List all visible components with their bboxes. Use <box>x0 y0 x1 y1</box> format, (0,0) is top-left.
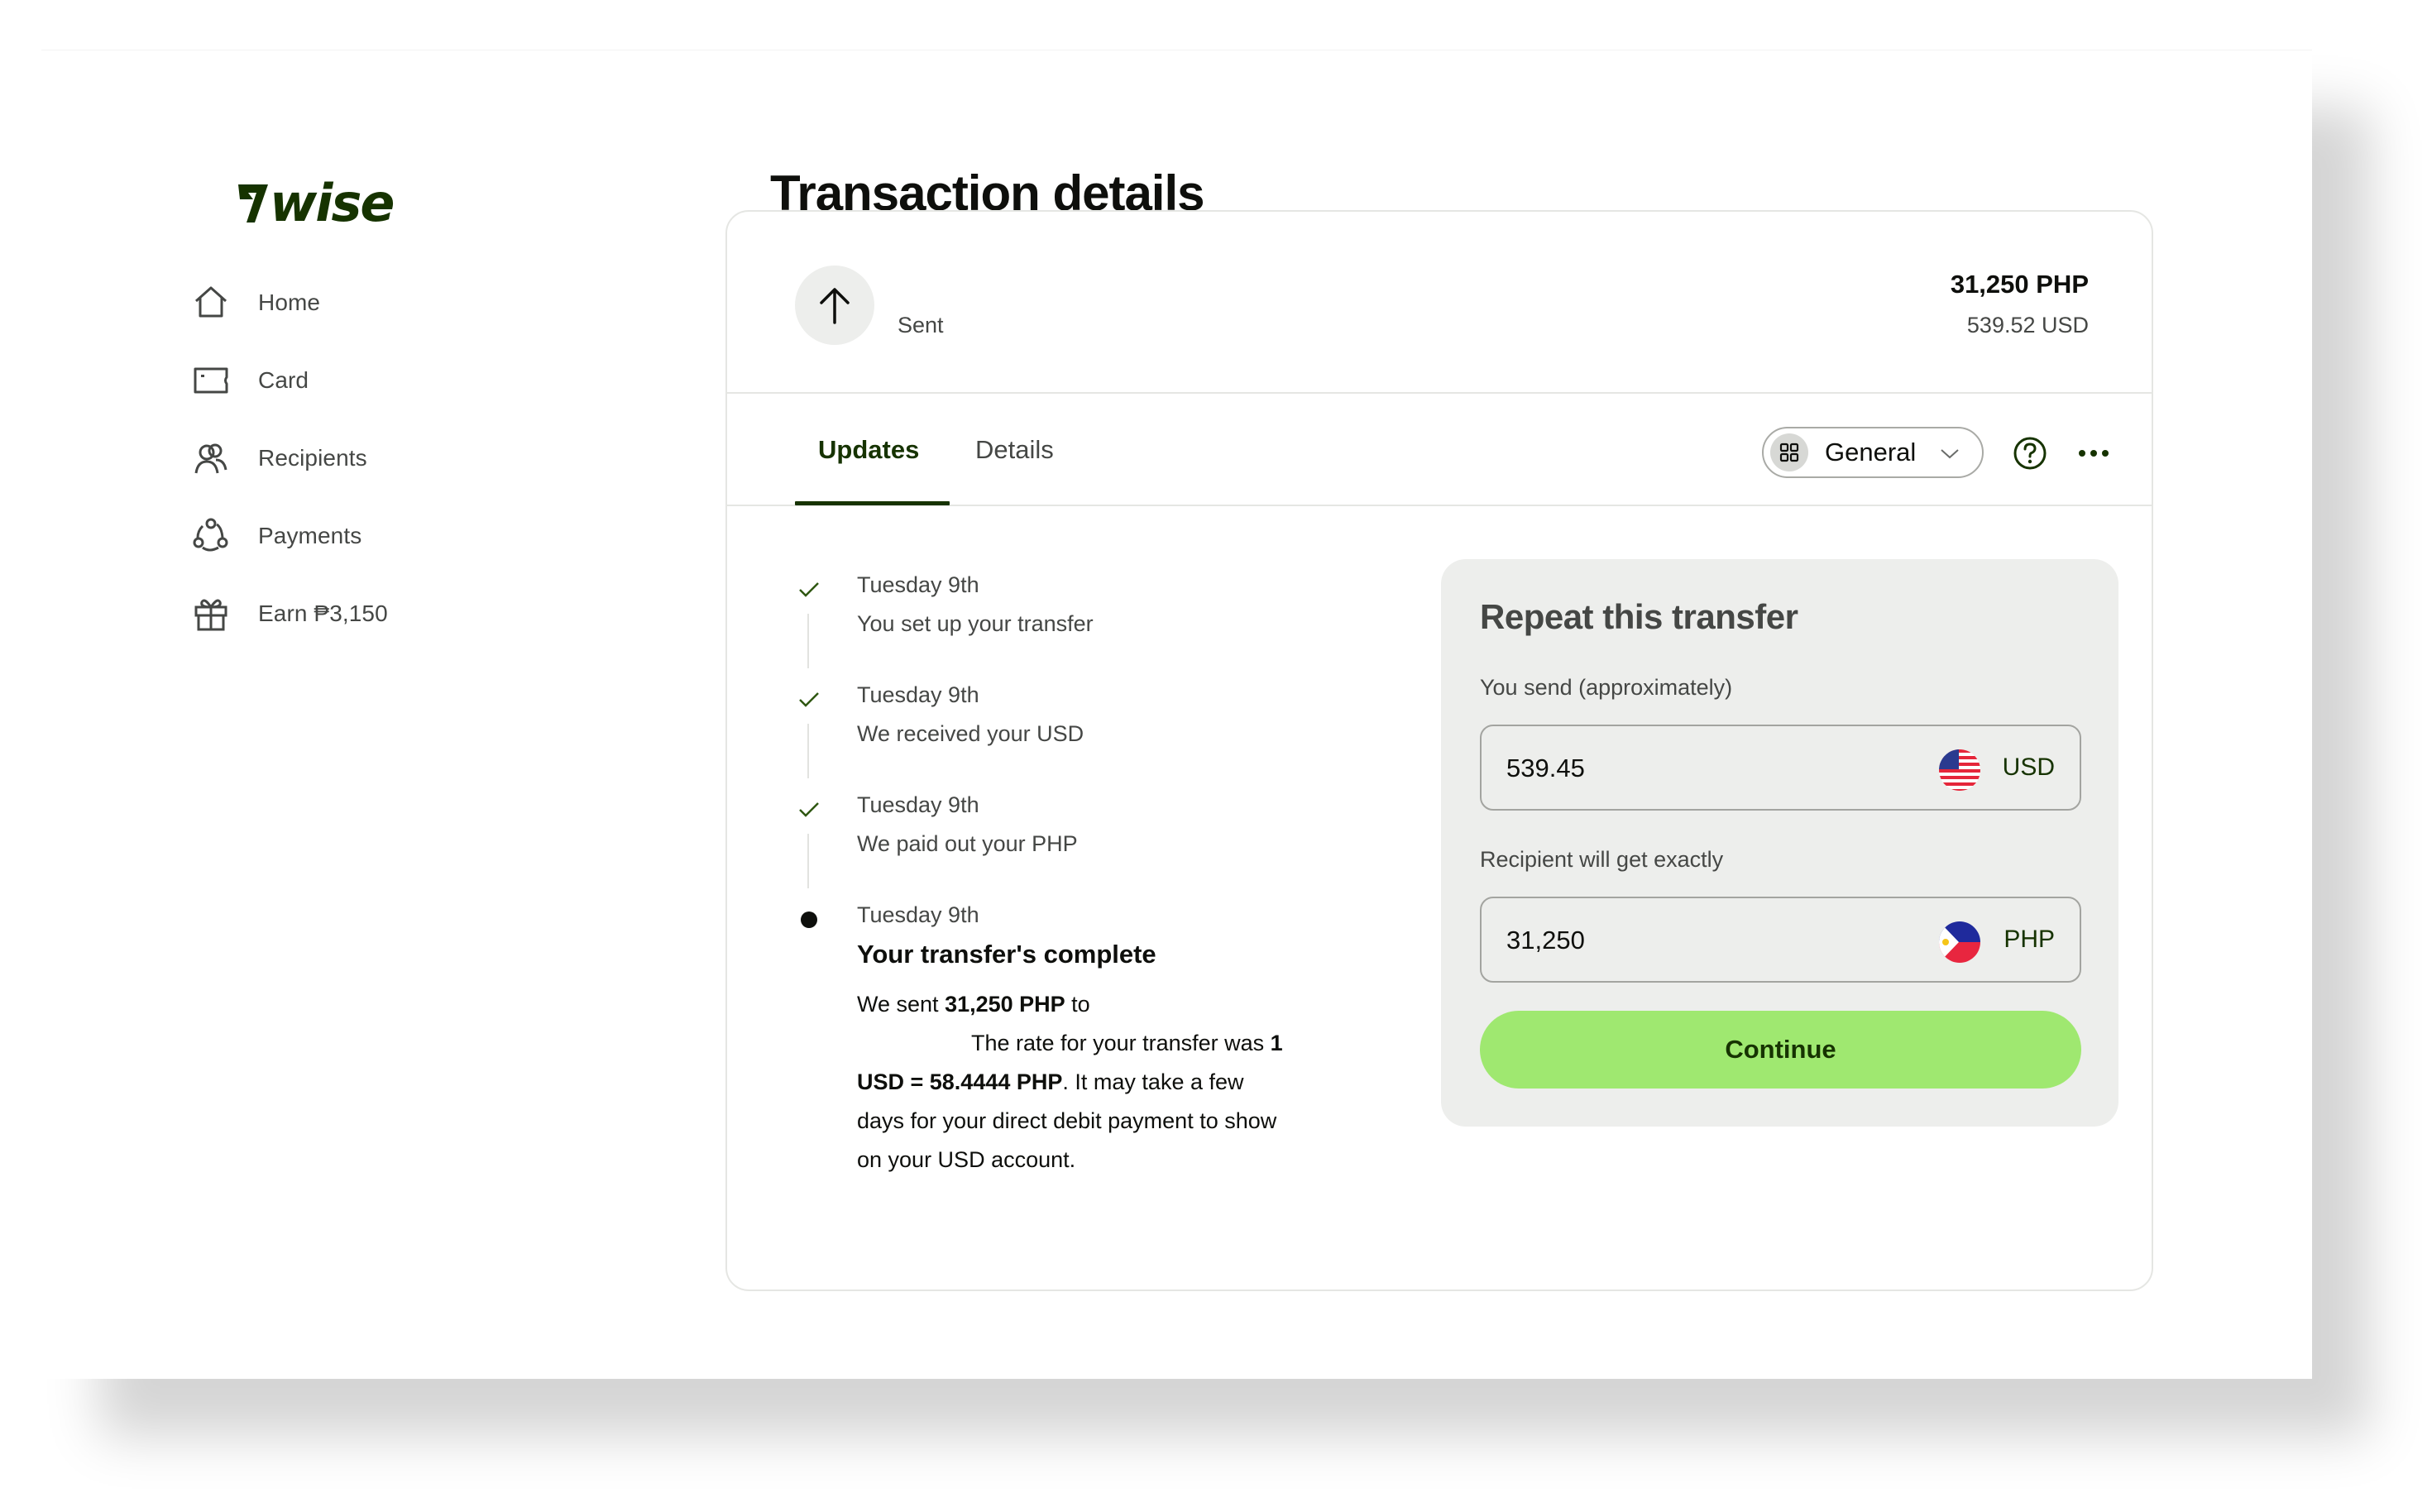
transaction-summary: Sent 31,250 PHP 539.52 USD <box>727 212 2152 394</box>
active-tab-indicator <box>795 501 950 505</box>
repeat-title: Repeat this transfer <box>1480 597 1798 636</box>
sidebar-item-label: Earn ₱3,150 <box>258 600 388 626</box>
sidebar-item-label: Payments <box>258 523 362 548</box>
check-icon <box>795 796 823 824</box>
send-label: You send (approximately) <box>1480 675 1733 700</box>
tabs-bar: Updates Details General <box>727 394 2152 506</box>
timeline-text: You set up your transfer <box>857 611 1094 636</box>
sidebar-item-card[interactable]: Card <box>190 356 521 405</box>
body-text: to <box>1065 992 1090 1017</box>
receive-amount-field: PHP <box>1480 897 2081 983</box>
timeline-date: Tuesday 9th <box>857 902 979 927</box>
send-currency-selector[interactable]: USD <box>2003 754 2055 782</box>
send-amount-field: USD <box>1480 725 2081 811</box>
arrow-up-icon <box>820 288 850 324</box>
category-dropdown[interactable]: General <box>1762 427 1984 478</box>
payments-icon <box>190 515 232 557</box>
check-icon <box>795 686 823 714</box>
continue-button[interactable]: Continue <box>1480 1011 2081 1089</box>
transaction-card: Sent 31,250 PHP 539.52 USD Updates Detai… <box>725 210 2153 1291</box>
sidebar-item-recipients[interactable]: Recipients <box>190 433 521 483</box>
svg-text:wise: wise <box>270 175 393 232</box>
receive-label: Recipient will get exactly <box>1480 847 1724 872</box>
ph-flag-icon <box>1939 921 1980 963</box>
timeline-connector <box>807 834 809 888</box>
send-amount-input[interactable] <box>1506 749 1879 787</box>
receive-amount-input[interactable] <box>1506 921 1879 959</box>
recipients-icon <box>190 438 232 479</box>
sidebar-item-payments[interactable]: Payments <box>190 511 521 561</box>
home-icon <box>190 282 232 323</box>
receive-currency-selector[interactable]: PHP <box>2004 926 2055 954</box>
amount-sent: 539.52 USD <box>1966 313 2089 337</box>
timeline-text: We paid out your PHP <box>857 831 1078 856</box>
tab-updates[interactable]: Updates <box>818 435 919 465</box>
grid-icon <box>1770 433 1808 471</box>
check-icon <box>795 576 823 604</box>
direction-badge <box>795 266 874 345</box>
timeline-date: Tuesday 9th <box>857 572 979 597</box>
timeline-title: Your transfer's complete <box>857 940 1156 969</box>
current-step-dot-icon <box>795 906 823 934</box>
timeline-connector <box>807 724 809 778</box>
help-icon[interactable] <box>2013 436 2047 471</box>
more-icon[interactable] <box>2075 443 2112 463</box>
timeline-text: We received your USD <box>857 721 1084 746</box>
sidebar-item-label: Card <box>258 367 309 393</box>
sidebar-item-label: Recipients <box>258 445 367 471</box>
sent-amount: 31,250 PHP <box>945 992 1065 1017</box>
body-text: We sent <box>857 992 946 1017</box>
timeline-body: We sent 31,250 PHP to The rate for your t… <box>857 985 1287 1179</box>
timeline-date: Tuesday 9th <box>857 682 979 707</box>
gift-icon <box>190 593 232 634</box>
us-flag-icon <box>1939 749 1980 791</box>
wise-logo[interactable]: wise <box>237 173 410 233</box>
tab-details[interactable]: Details <box>975 435 1054 465</box>
dropdown-value: General <box>1825 438 1917 467</box>
card-icon <box>190 360 232 401</box>
sidebar-item-home[interactable]: Home <box>190 278 521 328</box>
sidebar-item-earn[interactable]: Earn ₱3,150 <box>190 589 521 639</box>
amount-received: 31,250 PHP <box>1950 270 2089 299</box>
chevron-down-icon <box>1939 443 1960 468</box>
wise-logo-icon: wise <box>238 173 395 233</box>
transaction-status: Sent <box>898 313 944 337</box>
repeat-transfer-panel: Repeat this transfer You send (approxima… <box>1441 559 2118 1127</box>
body-text: The rate for your transfer was <box>971 1031 1271 1055</box>
timeline-connector <box>807 614 809 668</box>
sidebar-item-label: Home <box>258 289 321 315</box>
timeline-date: Tuesday 9th <box>857 792 979 817</box>
